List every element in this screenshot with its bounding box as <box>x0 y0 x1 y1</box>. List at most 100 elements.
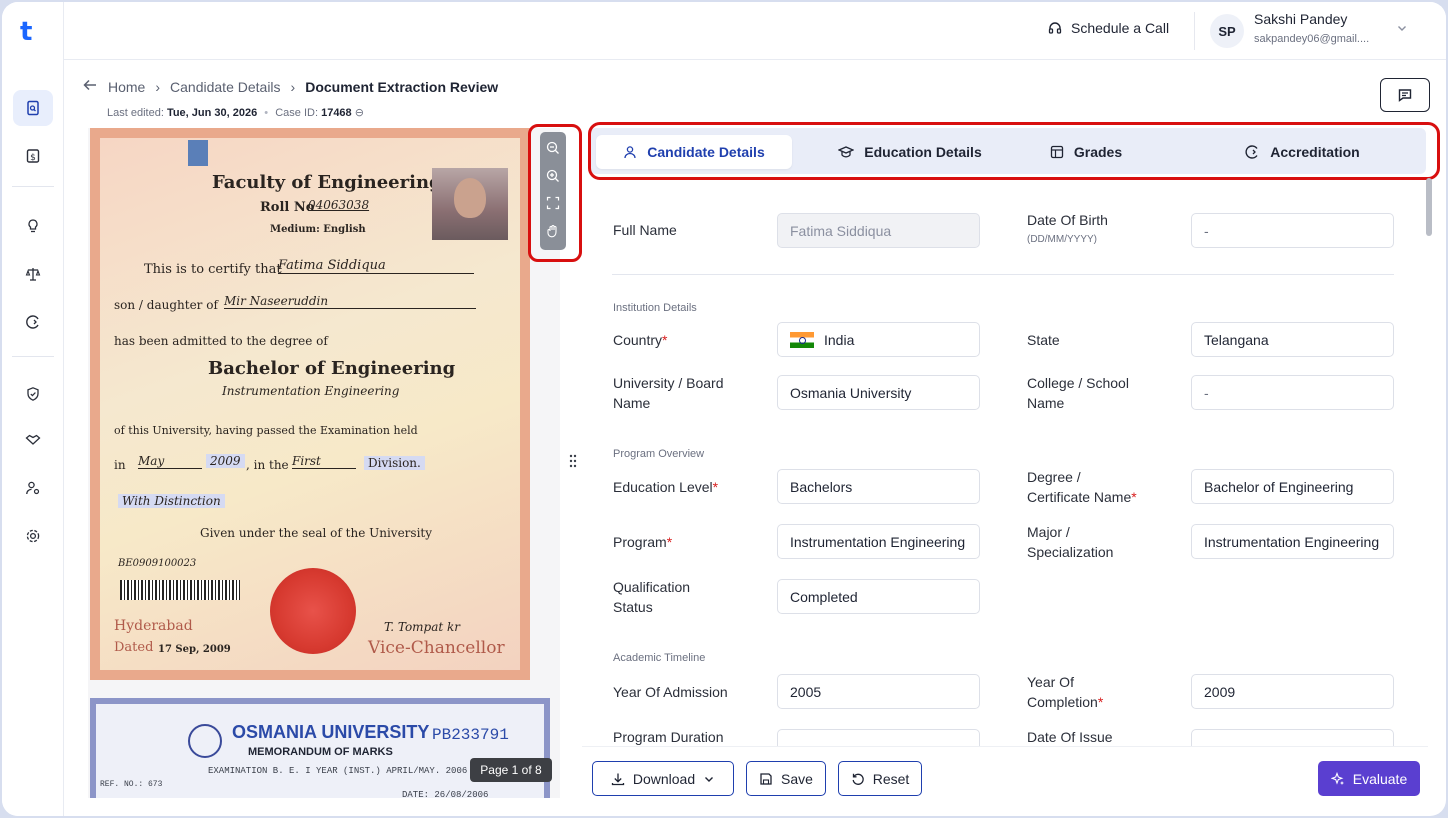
memo-title: OSMANIA UNIVERSITY <box>232 722 430 742</box>
download-label: Download <box>632 770 696 787</box>
reset-button[interactable]: Reset <box>838 761 922 796</box>
cert-vice: Vice-Chancellor <box>368 638 505 658</box>
scale-icon[interactable] <box>13 256 53 292</box>
college-field[interactable]: - <box>1191 375 1394 410</box>
case-meta: Last edited: Tue, Jun 30, 2026 • Case ID… <box>107 106 364 119</box>
cert-roll-value: 04063038 <box>308 198 370 212</box>
duration-field[interactable] <box>777 729 980 746</box>
billing-icon[interactable]: $ <box>13 138 53 174</box>
country-label-text: Country <box>613 332 663 348</box>
headset-icon <box>1048 22 1062 34</box>
breadcrumb-separator-icon: › <box>155 78 161 95</box>
save-label: Save <box>781 770 813 787</box>
admission-field[interactable]: 2005 <box>777 674 980 709</box>
cert-seal-line: Given under the seal of the University <box>200 526 433 540</box>
cert-branch: Instrumentation Engineering <box>222 384 400 398</box>
full-name-field[interactable]: Fatima Siddiqua <box>777 213 980 248</box>
issue-date-field[interactable] <box>1191 729 1394 746</box>
download-icon <box>611 773 625 785</box>
institution-section-title: Institution Details <box>613 302 697 314</box>
memo-ref: REF. NO.: 673 <box>100 780 163 789</box>
college-label: College / School Name <box>1027 373 1129 413</box>
completion-field[interactable]: 2009 <box>1191 674 1394 709</box>
required-mark: * <box>662 332 668 348</box>
schedule-call-button[interactable]: Schedule a Call <box>1047 20 1169 36</box>
memo-exam: EXAMINATION B. E. I YEAR (INST.) APRIL/M… <box>208 766 489 776</box>
action-bar: Download Save Reset Evaluate <box>582 746 1428 798</box>
qualification-label-line2: Status <box>613 599 653 615</box>
university-label-line2: Name <box>613 395 651 411</box>
required-mark: * <box>1097 694 1104 710</box>
education-level-field[interactable]: Bachelors <box>777 469 980 504</box>
shield-icon[interactable] <box>13 376 53 412</box>
chevron-down-icon <box>705 776 714 782</box>
document-preview[interactable]: Faculty of Engineering Roll No 04063038 … <box>88 128 560 798</box>
qualification-status-field[interactable]: Completed <box>777 579 980 614</box>
breadcrumb-current: Document Extraction Review <box>305 78 499 95</box>
program-section-title: Program Overview <box>613 448 705 460</box>
breadcrumb-candidate[interactable]: Candidate Details <box>170 79 281 95</box>
state-label: State <box>1027 332 1060 348</box>
program-label: Program* <box>613 532 672 552</box>
state-field[interactable]: Telangana <box>1191 322 1394 357</box>
last-edited-label: Last edited: <box>107 107 164 119</box>
case-id-value: 17468 <box>321 107 352 119</box>
gear-icon[interactable] <box>13 518 53 554</box>
major-label-line1: Major / <box>1027 524 1070 540</box>
comments-button[interactable] <box>1380 78 1430 112</box>
back-arrow-icon[interactable] <box>82 78 98 95</box>
university-label-line1: University / Board <box>613 375 724 391</box>
form-scrollbar[interactable] <box>1426 178 1432 236</box>
country-value: India <box>824 331 855 348</box>
lightbulb-icon[interactable] <box>13 208 53 244</box>
reset-label: Reset <box>872 770 910 787</box>
university-field[interactable]: Osmania University <box>777 375 980 410</box>
cert-dated-value: 17 Sep, 2009 <box>158 644 231 655</box>
cert-in-the: , in the <box>246 458 289 472</box>
cert-division: Division. <box>364 456 425 470</box>
link-icon[interactable]: ⊖ <box>355 107 364 119</box>
breadcrumb: Home › Candidate Details › Document Extr… <box>82 78 498 95</box>
breadcrumb-home[interactable]: Home <box>108 79 145 95</box>
program-field[interactable]: Instrumentation Engineering <box>777 524 980 559</box>
country-select[interactable]: India <box>777 322 980 357</box>
resize-handle-icon[interactable] <box>569 454 577 471</box>
download-button[interactable]: Download <box>592 761 734 796</box>
degree-field[interactable]: Bachelor of Engineering <box>1191 469 1394 504</box>
sparkle-icon <box>1330 771 1344 785</box>
admission-label: Year Of Admission <box>613 684 728 700</box>
accreditation-icon[interactable] <box>13 304 53 340</box>
svg-text:$: $ <box>30 153 36 163</box>
degree-label-line1: Degree / <box>1027 469 1081 485</box>
qualification-label-line1: Qualification <box>613 579 691 595</box>
sidebar-divider <box>12 356 54 357</box>
evaluate-button[interactable]: Evaluate <box>1318 761 1420 796</box>
app-logo[interactable]: t <box>20 19 44 45</box>
topbar-divider <box>1194 12 1195 50</box>
cert-barcode <box>120 580 240 600</box>
completion-label-line2: Completion <box>1027 694 1098 710</box>
required-mark: * <box>712 479 719 495</box>
handshake-icon[interactable] <box>13 422 53 458</box>
meta-dot: • <box>264 107 269 119</box>
reset-icon <box>852 773 864 785</box>
completion-label: Year Of Completion* <box>1027 672 1103 712</box>
major-label-line2: Specialization <box>1027 544 1114 560</box>
cert-serial: BE0909100023 <box>118 558 197 569</box>
cert-signature: T. Tompat kr <box>384 620 461 634</box>
save-button[interactable]: Save <box>746 761 826 796</box>
university-label: University / Board Name <box>613 373 723 413</box>
avatar[interactable]: SP <box>1210 14 1244 48</box>
user-name[interactable]: Sakshi Pandey <box>1254 11 1347 27</box>
qualification-label: Qualification Status <box>613 577 690 617</box>
program-label-text: Program <box>613 534 667 550</box>
document-review-icon[interactable] <box>13 90 53 126</box>
case-id-label: Case ID: <box>275 107 319 119</box>
top-bar: Schedule a Call SP Sakshi Pandey sakpand… <box>64 2 1446 60</box>
user-settings-icon[interactable] <box>13 470 53 506</box>
dob-field[interactable]: - <box>1191 213 1394 248</box>
memo-subtitle: MEMORANDUM OF MARKS <box>248 746 393 758</box>
dob-format-hint: (DD/MM/YYYY) <box>1027 234 1097 245</box>
major-field[interactable]: Instrumentation Engineering <box>1191 524 1394 559</box>
chevron-down-icon[interactable] <box>1396 22 1408 37</box>
